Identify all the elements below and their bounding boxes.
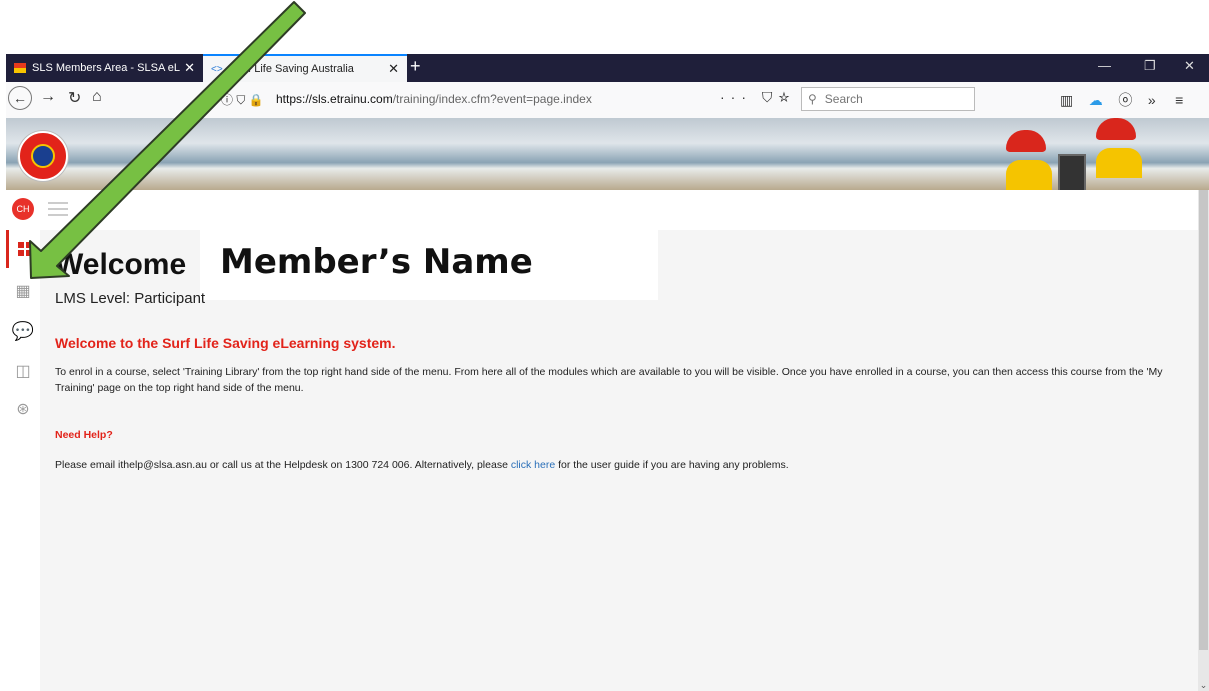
tab-title: SLS Members Area - SLSA eLea	[32, 62, 181, 74]
new-tab-button[interactable]: +	[410, 56, 421, 77]
bookmark-star-icon[interactable]: ☆	[778, 89, 795, 105]
scrollbar-thumb[interactable]	[1199, 190, 1208, 650]
help-lifebuoy-icon: ⊛	[16, 401, 30, 418]
chat-icon: 💬	[11, 320, 35, 341]
forward-icon[interactable]: →	[40, 88, 56, 106]
toolbar-icons[interactable]: ▥ ☁ ⓞ » ≡	[1060, 90, 1183, 110]
help-text-end: for the user guide if you are having any…	[555, 459, 789, 471]
close-tab-icon[interactable]: ✕	[388, 61, 399, 77]
back-icon[interactable]: ←	[8, 86, 32, 110]
tablet-image	[1058, 154, 1086, 190]
home-icon[interactable]: ⌂	[92, 88, 102, 106]
sidebar-item-dashboard[interactable]	[6, 230, 40, 268]
lock-icon: 🔒	[248, 93, 264, 107]
app-header: CH	[6, 190, 1198, 230]
lifesaver-figure	[1096, 118, 1146, 190]
tab-title: Surf Life Saving Australia	[231, 63, 354, 75]
url-path: /training/index.cfm?event=page.index	[392, 92, 592, 106]
search-input[interactable]	[822, 91, 967, 107]
dashboard-icon	[17, 242, 32, 256]
lms-level: LMS Level: Participant	[55, 290, 206, 307]
page-actions-menu-icon[interactable]: ···	[720, 89, 752, 105]
intro-text: To enrol in a course, select 'Training L…	[55, 366, 1163, 394]
user-avatar[interactable]: CH	[12, 198, 34, 220]
site-info-icons[interactable]: ⓘ ⛉ 🔒	[221, 91, 264, 108]
user-guide-link[interactable]: click here	[511, 459, 555, 471]
member-name: Member’s Name	[220, 242, 533, 282]
surf-life-saving-logo[interactable]	[18, 131, 68, 181]
main-content: Welcome Member’s Name LMS Level: Partici…	[40, 230, 1198, 691]
lifesaver-figure	[1006, 130, 1052, 190]
sidebar-item-help[interactable]: ⊛	[6, 390, 40, 428]
welcome-heading: Welcome	[55, 248, 187, 281]
address-bar[interactable]: https://sls.etrainu.com/training/index.c…	[276, 92, 592, 106]
reader-view-icon[interactable]: ▥	[1060, 92, 1073, 108]
close-tab-icon[interactable]: ✕	[184, 60, 195, 76]
page-scrollbar[interactable]: ⌄	[1198, 190, 1209, 691]
sidebar-item-chat[interactable]: 💬	[6, 312, 40, 350]
training-library-icon: ▦	[15, 283, 31, 300]
search-icon: ⚲	[808, 92, 817, 106]
browser-tab-bar: SLS Members Area - SLSA eLea ✕ <> Surf L…	[6, 54, 1209, 82]
member-name-overlay: Member’s Name	[200, 230, 658, 300]
menu-toggle-icon[interactable]	[48, 202, 68, 216]
hamburger-menu-icon[interactable]: ≡	[1175, 92, 1183, 108]
need-help-heading: Need Help?	[55, 429, 113, 441]
account-icon[interactable]: ⓞ	[1118, 92, 1132, 108]
restore-icon[interactable]: ❐	[1144, 58, 1156, 74]
url-domain: https://sls.etrainu.com	[276, 92, 393, 106]
browser-nav-bar: ← → ↻ ⌂ ⓘ ⛉ 🔒 https://sls.etrainu.com/tr…	[6, 82, 1209, 119]
minimize-icon[interactable]: —	[1098, 58, 1111, 73]
site-banner	[6, 118, 1209, 190]
sidebar-item-book[interactable]: ◫	[6, 352, 40, 390]
cloud-icon[interactable]: ☁	[1089, 92, 1103, 108]
overflow-chevron-icon[interactable]: »	[1148, 92, 1156, 108]
tab-sls-members-area[interactable]: SLS Members Area - SLSA eLea ✕	[6, 54, 203, 82]
close-window-icon[interactable]: ✕	[1184, 58, 1195, 74]
sidebar-item-training-library[interactable]: ▦	[6, 272, 40, 310]
page-actions[interactable]: ··· ⛉☆	[720, 89, 796, 106]
code-favicon-icon: <>	[211, 64, 223, 75]
reload-icon[interactable]: ↻	[68, 88, 81, 108]
intro-heading: Welcome to the Surf Life Saving eLearnin…	[55, 335, 396, 351]
pocket-icon[interactable]: ⛉	[762, 89, 779, 105]
help-text-start: Please email ithelp@slsa.asn.au or call …	[55, 459, 511, 471]
sls-favicon-icon	[14, 63, 26, 73]
sidebar-nav: ▦ 💬 ◫ ⊛	[6, 230, 41, 691]
book-icon: ◫	[15, 363, 31, 380]
scroll-down-icon[interactable]: ⌄	[1198, 680, 1209, 691]
help-text: Please email ithelp@slsa.asn.au or call …	[55, 459, 789, 471]
search-box[interactable]: ⚲	[801, 87, 975, 111]
tab-surf-life-saving-australia[interactable]: <> Surf Life Saving Australia ✕	[203, 54, 407, 82]
